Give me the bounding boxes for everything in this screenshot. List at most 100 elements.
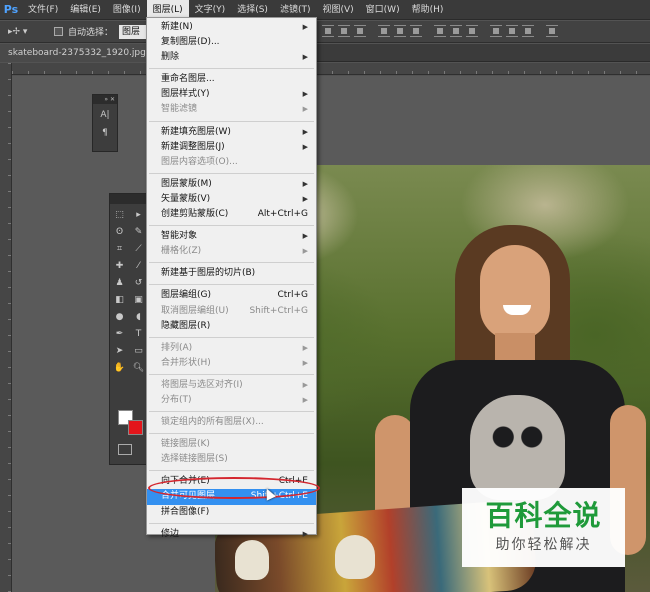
background-color-swatch[interactable] (128, 420, 143, 435)
type-tool-icon[interactable]: T (130, 327, 147, 342)
layer-menu-item: 取消图层编组(U) Shift+Ctrl+G (147, 304, 316, 319)
zoom-tool-icon[interactable]: 🔍︎ (130, 361, 147, 376)
menu-0[interactable]: 文件(F) (22, 0, 64, 20)
dodge-tool-icon[interactable]: ◖ (130, 310, 147, 325)
horizontal-ruler[interactable] (12, 63, 650, 75)
auto-select-checkbox[interactable] (54, 27, 63, 36)
crop-tool-icon[interactable]: ⌗ (111, 242, 128, 257)
layer-menu-item[interactable]: 图层编组(G) Ctrl+G (147, 288, 316, 303)
menu-separator (149, 172, 314, 174)
menu-item-label: 锁定组内的所有图层(X)... (161, 417, 264, 428)
distribute-right-icon[interactable] (522, 25, 534, 37)
align-right-icon[interactable] (410, 25, 422, 37)
quick-mask-icon[interactable] (118, 444, 132, 455)
blur-tool-icon[interactable]: ● (111, 310, 128, 325)
lasso-tool-icon[interactable]: ʘ (111, 225, 128, 240)
menu-item-label: 新建填充图层(W) (161, 126, 231, 137)
layer-menu-item[interactable]: 隐藏图层(R) (147, 319, 316, 334)
layer-menu-item[interactable]: 新建基于图层的切片(B) (147, 266, 316, 281)
menu-separator (149, 336, 314, 338)
submenu-arrow-icon: ▶ (302, 53, 308, 62)
tools-panel-header[interactable] (110, 194, 146, 204)
layer-menu-item: 锁定组内的所有图层(X)... (147, 415, 316, 430)
layer-menu-item[interactable]: 新建填充图层(W) ▶ (147, 125, 316, 140)
layer-menu-item[interactable]: 删除 ▶ (147, 50, 316, 65)
stamp-tool-icon[interactable]: ♟ (111, 276, 128, 291)
layer-menu-item: 智能滤镜 ▶ (147, 102, 316, 117)
align-vcenter-icon[interactable] (338, 25, 350, 37)
menu-separator (149, 470, 314, 472)
tools-panel: ⬚ ▸ ʘ ✎ ⌗ ⟋ ✚ ⁄ ♟ ↺ ◧ ▣ ● ◖ ✒ T ➤ ▭ ✋ 🔍︎ (109, 193, 147, 465)
submenu-arrow-icon: ▶ (302, 142, 308, 151)
submenu-arrow-icon: ▶ (302, 194, 308, 203)
menu-item-label: 选择链接图层(S) (161, 454, 228, 465)
distribute-bottom-icon[interactable] (466, 25, 478, 37)
history-brush-tool-icon[interactable]: ↺ (130, 276, 147, 291)
layer-menu-item[interactable]: 图层蒙版(M) ▶ (147, 177, 316, 192)
brush-tool-icon[interactable]: ⁄ (130, 259, 147, 274)
menu-separator (149, 373, 314, 375)
layer-menu-item[interactable]: 图层样式(Y) ▶ (147, 87, 316, 102)
menu-item-label: 新建基于图层的切片(B) (161, 268, 256, 279)
hand-tool-icon[interactable]: ✋ (111, 361, 128, 376)
skateboard-skull-graphic (335, 535, 375, 579)
layer-menu-item[interactable]: 重命名图层... (147, 72, 316, 87)
eraser-tool-icon[interactable]: ◧ (111, 293, 128, 308)
menu-item-label: 智能滤镜 (161, 104, 198, 115)
quick-select-tool-icon[interactable]: ✎ (130, 225, 147, 240)
menu-item-label: 取消图层编组(U) (161, 305, 229, 316)
auto-select-label: 自动选择： (68, 28, 114, 38)
menu-9[interactable]: 帮助(H) (406, 0, 450, 20)
distribute-hcenter-icon[interactable] (506, 25, 518, 37)
layer-menu-item[interactable]: 创建剪贴蒙版(C) Alt+Ctrl+G (147, 207, 316, 222)
align-hcenter-icon[interactable] (394, 25, 406, 37)
marquee-tool-icon[interactable]: ⬚ (111, 208, 128, 223)
submenu-arrow-icon: ▶ (302, 380, 308, 389)
vertical-ruler[interactable] (0, 63, 12, 592)
layer-menu-item[interactable]: 复制图层(D)... (147, 35, 316, 50)
menu-item-label: 复制图层(D)... (161, 37, 220, 48)
submenu-arrow-icon: ▶ (302, 529, 308, 538)
submenu-arrow-icon: ▶ (302, 232, 308, 241)
submenu-arrow-icon: ▶ (302, 247, 308, 256)
distribute-top-icon[interactable] (434, 25, 446, 37)
menu-item-label: 矢量蒙版(V) (161, 193, 211, 204)
layer-menu-item: 合并形状(H) ▶ (147, 356, 316, 371)
layer-menu-item[interactable]: 拼合图像(F) (147, 505, 316, 520)
layer-menu-item[interactable]: 智能对象 ▶ (147, 229, 316, 244)
layer-menu-item[interactable]: 矢量蒙版(V) ▶ (147, 192, 316, 207)
shape-tool-icon[interactable]: ▭ (130, 344, 147, 359)
options-bar: ▸✢ ▾ 自动选择： 图层 (0, 21, 650, 43)
menu-2[interactable]: 图像(I) (107, 0, 147, 20)
tool-preset-picker[interactable]: ▸✢ ▾ (8, 23, 46, 41)
menu-item-label: 新建(N) (161, 22, 193, 32)
align-left-icon[interactable] (378, 25, 390, 37)
layer-menu-item[interactable]: 新建调整图层(J) ▶ (147, 140, 316, 155)
menu-8[interactable]: 窗口(W) (360, 0, 406, 20)
menu-item-label: 链接图层(K) (161, 439, 210, 450)
menu-item-label: 修边 (161, 528, 180, 539)
paragraph-panel-icon[interactable]: ¶ (98, 126, 112, 140)
menu-7[interactable]: 视图(V) (316, 0, 359, 20)
photo-subject-face (480, 245, 550, 340)
eyedropper-tool-icon[interactable]: ⟋ (130, 242, 147, 257)
gradient-tool-icon[interactable]: ▣ (130, 293, 147, 308)
menu-1[interactable]: 编辑(E) (64, 0, 107, 20)
healing-tool-icon[interactable]: ✚ (111, 259, 128, 274)
distribute-vcenter-icon[interactable] (450, 25, 462, 37)
align-buttons (322, 25, 558, 37)
layer-menu-item[interactable]: 修边 ▶ (147, 527, 316, 542)
move-tool-icon[interactable]: ▸ (130, 208, 147, 223)
auto-align-icon[interactable] (546, 25, 558, 37)
align-bottom-icon[interactable] (354, 25, 366, 37)
pen-tool-icon[interactable]: ✒ (111, 327, 128, 342)
path-select-tool-icon[interactable]: ➤ (111, 344, 128, 359)
align-top-icon[interactable] (322, 25, 334, 37)
menu-item-label: 将图层与选区对齐(I) (161, 379, 243, 390)
photoshop-logo[interactable]: Ps (0, 0, 22, 20)
auto-select-target-dropdown[interactable]: 图层 (119, 24, 150, 39)
character-panel-icon[interactable]: A| (98, 108, 112, 122)
layer-menu-item[interactable]: 新建(N) ▶ (147, 20, 316, 35)
distribute-left-icon[interactable] (490, 25, 502, 37)
panel-close-icon[interactable]: » ✕ (93, 95, 117, 104)
